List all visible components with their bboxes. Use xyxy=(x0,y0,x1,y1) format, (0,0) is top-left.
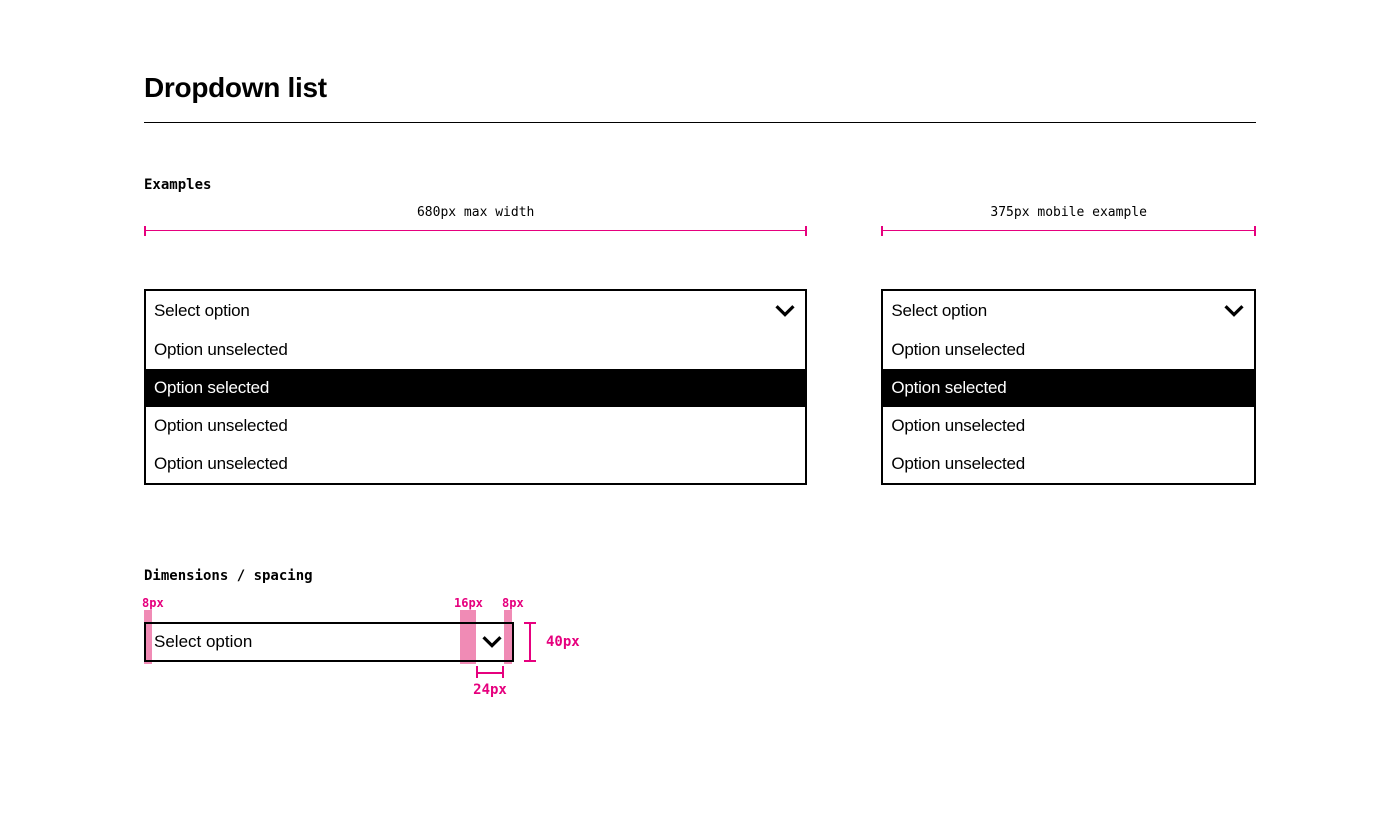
spacing-spec-box: Select option xyxy=(144,610,514,670)
examples-row: 680px max width Select option Option uns… xyxy=(144,211,1256,485)
dropdown-placeholder: Select option xyxy=(891,301,1222,321)
chevron-down-icon xyxy=(773,299,797,323)
width-measure-desktop: 680px max width xyxy=(144,211,807,235)
section-label-examples: Examples xyxy=(144,177,1256,193)
width-measure-line xyxy=(144,230,807,236)
spacing-label-right: 8px xyxy=(502,596,524,610)
dropdown-mobile: Select option Option unselected Option s… xyxy=(881,289,1256,485)
dropdown-desktop: Select option Option unselected Option s… xyxy=(144,289,807,485)
dropdown-header[interactable]: Select option xyxy=(146,291,805,331)
dropdown-option[interactable]: Option unselected xyxy=(146,407,805,445)
dropdown-option-selected[interactable]: Option selected xyxy=(883,369,1254,407)
icon-width-label: 24px xyxy=(468,682,512,698)
example-mobile: 375px mobile example Select option Optio… xyxy=(881,211,1256,485)
spacing-label-left: 8px xyxy=(142,596,164,610)
dropdown-option[interactable]: Option unselected xyxy=(883,445,1254,483)
dropdown-header[interactable]: Select option xyxy=(883,291,1254,331)
dropdown-option[interactable]: Option unselected xyxy=(146,331,805,369)
chevron-down-icon xyxy=(480,630,504,654)
example-desktop: 680px max width Select option Option uns… xyxy=(144,211,807,485)
page-title: Dropdown list xyxy=(144,72,1256,104)
dropdown-placeholder: Select option xyxy=(154,301,773,321)
dropdown-option[interactable]: Option unselected xyxy=(883,407,1254,445)
width-measure-mobile: 375px mobile example xyxy=(881,211,1256,235)
dropdown-spec-sample[interactable]: Select option xyxy=(144,622,514,662)
height-measure-label: 40px xyxy=(546,634,580,650)
dimensions-section: Dimensions / spacing 8px 16px 8px Select… xyxy=(144,596,744,816)
section-label-dimensions: Dimensions / spacing xyxy=(144,568,313,584)
width-measure-line xyxy=(881,230,1256,236)
icon-width-measure: 24px xyxy=(476,666,504,706)
title-divider xyxy=(144,122,1256,123)
dropdown-option[interactable]: Option unselected xyxy=(146,445,805,483)
width-measure-label: 680px max width xyxy=(144,205,807,220)
dropdown-option[interactable]: Option unselected xyxy=(883,331,1254,369)
dropdown-option-selected[interactable]: Option selected xyxy=(146,369,805,407)
chevron-down-icon xyxy=(1222,299,1246,323)
spacing-label-gap: 16px xyxy=(454,596,483,610)
dropdown-placeholder: Select option xyxy=(154,632,480,652)
page-container: Dropdown list Examples 680px max width S… xyxy=(144,72,1256,485)
width-measure-label: 375px mobile example xyxy=(881,205,1256,220)
